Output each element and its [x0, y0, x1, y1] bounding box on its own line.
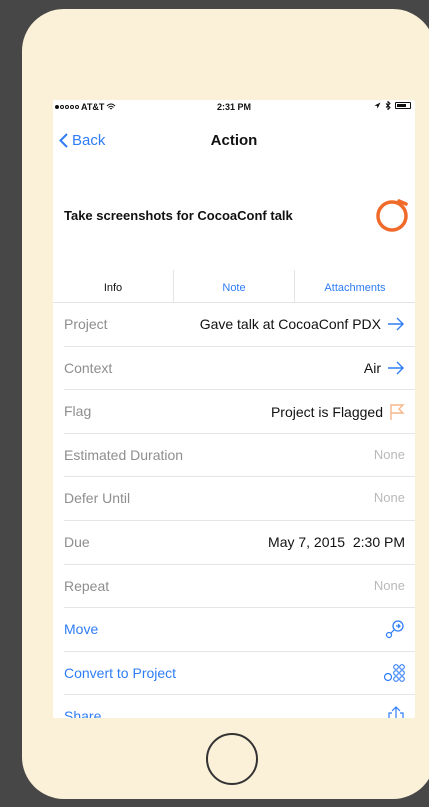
status-right: [374, 101, 411, 110]
action-share[interactable]: Share: [64, 695, 415, 718]
row-defer-until[interactable]: Defer Until None: [64, 477, 415, 521]
flag-icon[interactable]: [389, 403, 405, 421]
navigation-bar: Back Action: [53, 120, 415, 164]
convert-project-icon: [383, 663, 405, 682]
row-label: Project: [64, 316, 108, 332]
row-repeat[interactable]: Repeat None: [64, 565, 415, 609]
tab-note[interactable]: Note: [174, 270, 294, 302]
segment-tabs: Info Note Attachments: [53, 270, 415, 303]
action-move[interactable]: Move: [64, 608, 415, 652]
share-icon: [388, 706, 404, 718]
row-value: May 7, 2015 2:30 PM: [268, 533, 405, 550]
row-flag[interactable]: Flag Project is Flagged: [64, 390, 415, 434]
home-button[interactable]: [206, 733, 258, 785]
status-circle-icon[interactable]: [373, 196, 411, 234]
status-time: 2:31 PM: [216, 102, 251, 112]
bluetooth-icon: [385, 101, 391, 110]
row-project[interactable]: Project Gave talk at CocoaConf PDX: [64, 303, 415, 347]
tab-info[interactable]: Info: [53, 270, 173, 302]
arrow-right-icon: [388, 317, 404, 331]
row-value: Gave talk at CocoaConf PDX: [200, 316, 405, 332]
row-label: Flag: [64, 403, 92, 420]
row-due[interactable]: Due May 7, 2015 2:30 PM: [64, 521, 415, 565]
row-label: Due: [64, 533, 90, 550]
action-label: Move: [64, 621, 99, 638]
action-label: Convert to Project: [64, 664, 177, 681]
app-screen: AT&T 2:31 PM Back Action Take screenshot…: [53, 100, 415, 718]
row-label: Context: [64, 359, 113, 376]
row-label: Repeat: [64, 577, 110, 594]
move-icon: [385, 620, 404, 639]
row-value: Air: [364, 360, 405, 376]
row-value: None: [373, 446, 405, 462]
battery-icon: [395, 102, 411, 109]
row-value: None: [373, 490, 405, 506]
task-title[interactable]: Take screenshots for CocoaConf talk: [64, 208, 293, 223]
tab-attachments[interactable]: Attachments: [295, 270, 415, 302]
arrow-right-icon: [388, 361, 404, 375]
status-bar: AT&T 2:31 PM: [53, 100, 415, 114]
row-value: Project is Flagged: [271, 403, 405, 421]
action-convert-to-project[interactable]: Convert to Project: [64, 652, 415, 696]
row-estimated-duration[interactable]: Estimated Duration None: [64, 434, 415, 478]
row-label: Estimated Duration: [64, 446, 184, 463]
context-value: Air: [363, 359, 381, 376]
row-label: Defer Until: [64, 490, 131, 507]
project-value: Gave talk at CocoaConf PDX: [199, 316, 381, 332]
row-value: None: [373, 577, 405, 593]
row-context[interactable]: Context Air: [64, 347, 415, 391]
location-icon: [374, 102, 381, 109]
info-list: Project Gave talk at CocoaConf PDX Conte…: [53, 303, 415, 718]
nav-title: Action: [210, 132, 258, 149]
action-label: Share: [64, 708, 102, 718]
flag-value: Project is Flagged: [270, 404, 383, 421]
